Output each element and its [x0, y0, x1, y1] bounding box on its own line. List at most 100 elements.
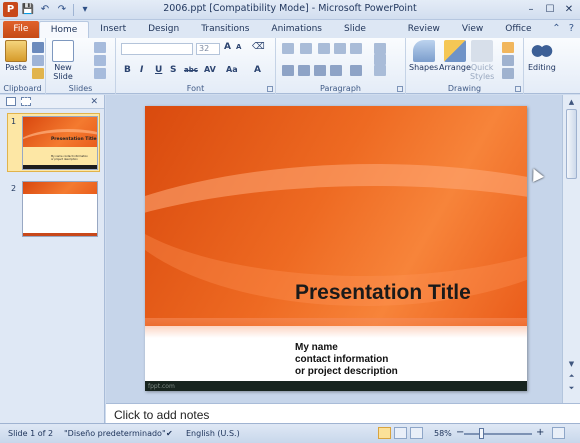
- tab-design[interactable]: Design: [137, 21, 190, 38]
- current-slide[interactable]: Presentation Title My name contact infor…: [145, 106, 527, 391]
- font-size-combo[interactable]: 32: [196, 43, 220, 55]
- clipboard-group-label: Clipboard: [3, 84, 42, 93]
- slide-counter: Slide 1 of 2: [8, 429, 54, 438]
- arrange-button[interactable]: Arrange: [439, 40, 471, 72]
- normal-view-button[interactable]: [378, 427, 391, 439]
- decrease-indent-icon[interactable]: [318, 43, 330, 54]
- thumbnail-title: Presentation Title: [51, 137, 97, 142]
- line-spacing-icon[interactable]: [350, 43, 362, 54]
- scroll-up-icon[interactable]: ▲: [566, 97, 577, 107]
- align-right-icon[interactable]: [314, 65, 326, 76]
- smartart-icon[interactable]: [374, 65, 386, 76]
- shrink-font-icon[interactable]: A: [236, 43, 241, 51]
- title-bar: P 💾 ↶ ↷ ▾ 2006.ppt [Compatibility Mode] …: [0, 0, 580, 20]
- slide-thumbnail-1[interactable]: Presentation Title My name contact infor…: [22, 116, 98, 170]
- layout-icon[interactable]: [94, 42, 106, 53]
- slide-title[interactable]: Presentation Title: [295, 281, 471, 305]
- paste-label: Paste: [5, 63, 27, 72]
- notes-placeholder[interactable]: Click to add notes: [114, 408, 209, 422]
- drawing-group-label: Drawing: [447, 84, 482, 93]
- tab-slide-show[interactable]: Slide Show: [333, 21, 397, 51]
- columns-icon[interactable]: [350, 65, 362, 76]
- align-text-icon[interactable]: [374, 54, 386, 65]
- align-center-icon[interactable]: [298, 65, 310, 76]
- tab-file[interactable]: File: [3, 21, 39, 38]
- window-controls: – ☐ ✕: [522, 2, 578, 16]
- quick-styles-button[interactable]: Quick Styles: [470, 40, 494, 81]
- character-spacing-button[interactable]: AV: [204, 65, 216, 74]
- theme-name[interactable]: "Diseño predeterminado": [64, 429, 166, 438]
- binoculars-icon: [530, 40, 553, 62]
- tab-home[interactable]: Home: [38, 21, 90, 38]
- outline-tab-icon[interactable]: [21, 97, 31, 106]
- reset-icon[interactable]: [94, 55, 106, 66]
- paste-button[interactable]: Paste: [5, 40, 27, 72]
- tab-insert[interactable]: Insert: [89, 21, 137, 38]
- zoom-in-icon[interactable]: +: [536, 427, 544, 438]
- bold-button[interactable]: B: [124, 65, 131, 75]
- slide-sorter-view-button[interactable]: [394, 427, 407, 439]
- tab-animations[interactable]: Animations: [260, 21, 333, 38]
- scroll-down-icon[interactable]: ▼: [566, 359, 577, 369]
- window-title: 2006.ppt [Compatibility Mode] - Microsof…: [163, 3, 417, 14]
- zoom-slider-knob[interactable]: [479, 428, 485, 439]
- slides-tab-icon[interactable]: [6, 97, 16, 106]
- shape-outline-icon[interactable]: [502, 55, 514, 66]
- minimize-button[interactable]: –: [522, 2, 540, 16]
- slides-panel-tabs: ✕: [0, 95, 104, 109]
- grow-font-icon[interactable]: A: [224, 42, 231, 52]
- help-icon[interactable]: ?: [569, 23, 574, 34]
- tab-view[interactable]: View: [451, 21, 494, 38]
- thumbnail-subtitle: My name contact information or project d…: [51, 155, 88, 161]
- zoom-level[interactable]: 58%: [434, 429, 452, 438]
- maximize-button[interactable]: ☐: [541, 2, 559, 16]
- quick-styles-label-1: Quick: [470, 63, 494, 72]
- shadow-button[interactable]: S: [170, 65, 176, 75]
- font-color-button[interactable]: A: [254, 65, 261, 75]
- tab-transitions[interactable]: Transitions: [190, 21, 260, 38]
- copy-icon[interactable]: [32, 55, 44, 66]
- clear-formatting-icon[interactable]: ⌫: [252, 42, 265, 52]
- text-direction-icon[interactable]: [374, 43, 386, 54]
- shape-effects-icon[interactable]: [502, 68, 514, 79]
- scrollbar-thumb[interactable]: [566, 109, 577, 179]
- editing-button[interactable]: Editing: [528, 40, 556, 72]
- tab-review[interactable]: Review: [397, 21, 451, 38]
- bullets-icon[interactable]: [282, 43, 294, 54]
- slide-subtitle[interactable]: My name contact information or project d…: [295, 342, 398, 378]
- status-bar: Slide 1 of 2 "Diseño predeterminado" ✔ E…: [0, 423, 580, 443]
- increase-indent-icon[interactable]: [334, 43, 346, 54]
- zoom-slider-track[interactable]: [464, 433, 532, 435]
- previous-slide-icon[interactable]: ⏶: [566, 371, 577, 381]
- format-painter-icon[interactable]: [32, 68, 44, 79]
- ribbon-tabs: File Home Insert Design Transitions Anim…: [0, 20, 580, 51]
- vertical-scrollbar[interactable]: ▲ ▼ ⏶ ⏷: [562, 95, 580, 403]
- reading-view-button[interactable]: [410, 427, 423, 439]
- close-panel-icon[interactable]: ✕: [90, 97, 98, 107]
- slide-thumbnail-2[interactable]: [22, 181, 98, 237]
- fit-slide-to-window-button[interactable]: [552, 427, 565, 439]
- strikethrough-button[interactable]: abc: [184, 66, 198, 74]
- section-icon[interactable]: [94, 68, 106, 79]
- slide-footer-bar: fppt.com: [145, 381, 527, 391]
- close-button[interactable]: ✕: [560, 2, 578, 16]
- subtitle-line: or project description: [295, 366, 398, 377]
- align-left-icon[interactable]: [282, 65, 294, 76]
- cut-icon[interactable]: [32, 42, 44, 53]
- justify-icon[interactable]: [330, 65, 342, 76]
- spell-check-icon[interactable]: ✔: [166, 429, 173, 438]
- language-indicator[interactable]: English (U.S.): [186, 429, 240, 438]
- next-slide-icon[interactable]: ⏷: [566, 383, 577, 393]
- change-case-button[interactable]: Aa: [226, 65, 238, 74]
- ribbon: Paste Clipboard New Slide Slides 32 A A …: [0, 38, 580, 94]
- italic-button[interactable]: I: [140, 65, 143, 75]
- notes-pane[interactable]: Click to add notes: [106, 403, 580, 423]
- new-slide-button[interactable]: New Slide: [52, 40, 74, 81]
- slides-panel: ✕ 1 Presentation Title My name contact i…: [0, 95, 105, 423]
- minimize-ribbon-icon[interactable]: ⌃: [552, 23, 560, 34]
- numbering-icon[interactable]: [300, 43, 312, 54]
- shapes-button[interactable]: Shapes: [409, 40, 438, 72]
- underline-button[interactable]: U: [155, 65, 162, 75]
- font-name-combo[interactable]: [121, 43, 193, 55]
- shape-fill-icon[interactable]: [502, 42, 514, 53]
